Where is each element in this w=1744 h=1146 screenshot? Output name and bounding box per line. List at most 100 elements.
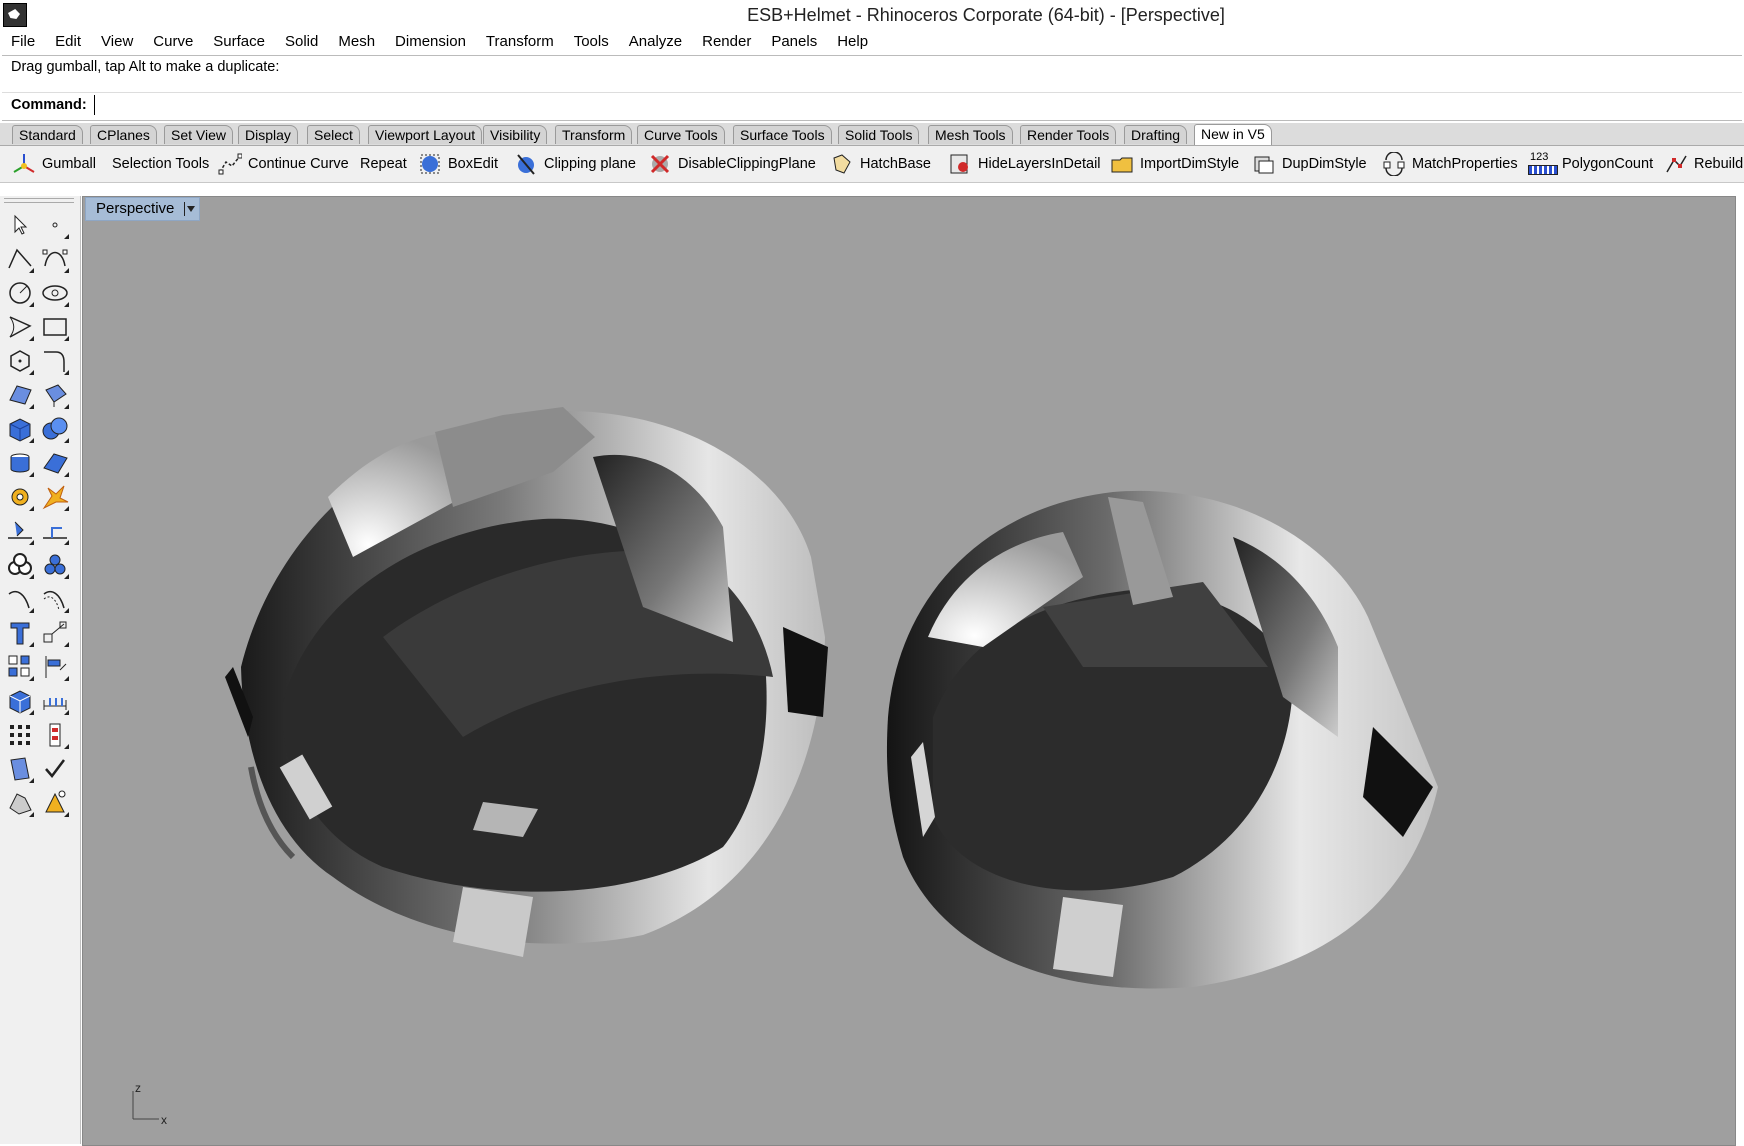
tab-solid-tools[interactable]: Solid Tools <box>838 125 920 144</box>
array-button[interactable] <box>5 652 35 682</box>
polygon-button[interactable] <box>5 346 35 376</box>
clipping-plane-button[interactable]: Clipping plane <box>514 150 636 178</box>
import-dim-style-label: ImportDimStyle <box>1140 156 1240 172</box>
explode-button[interactable] <box>40 482 70 512</box>
dimension-button[interactable] <box>40 686 70 716</box>
arc-button[interactable] <box>5 312 35 342</box>
tab-visibility[interactable]: Visibility <box>483 125 548 144</box>
continue-curve-label: Continue Curve <box>248 156 349 172</box>
import-dim-style-button[interactable]: ImportDimStyle <box>1110 150 1239 178</box>
tab-curve-tools[interactable]: Curve Tools <box>637 125 725 144</box>
tab-display[interactable]: Display <box>238 125 298 144</box>
menu-edit[interactable]: Edit <box>44 30 90 55</box>
split-button[interactable] <box>5 516 35 546</box>
tab-standard[interactable]: Standard <box>12 125 83 144</box>
toolbar-tab-strip: Standard CPlanes Set View Display Select… <box>0 123 1744 146</box>
hide-layers-in-detail-button[interactable]: HideLayersInDetail <box>948 150 1101 178</box>
tab-new-in-v5[interactable]: New in V5 <box>1194 124 1272 145</box>
cylinder-tools-button[interactable] <box>5 448 35 478</box>
match-properties-button[interactable]: MatchProperties <box>1382 150 1518 178</box>
selection-tools-button[interactable]: Selection Tools <box>112 150 209 178</box>
menu-panels[interactable]: Panels <box>760 30 826 55</box>
scale-button[interactable] <box>40 618 70 648</box>
scene-render <box>225 407 1438 989</box>
toolbar-grip[interactable] <box>4 198 74 203</box>
trim-button[interactable] <box>40 516 70 546</box>
rectangle-button[interactable] <box>40 312 70 342</box>
menu-file[interactable]: File <box>0 30 44 55</box>
tab-mesh-tools[interactable]: Mesh Tools <box>928 125 1013 144</box>
menu-analyze[interactable]: Analyze <box>618 30 691 55</box>
curve-edit-button[interactable] <box>40 244 70 274</box>
menu-curve[interactable]: Curve <box>142 30 202 55</box>
light-button[interactable] <box>40 788 70 818</box>
continue-curve-icon <box>218 153 242 175</box>
mesh-box-button[interactable] <box>5 686 35 716</box>
menu-mesh[interactable]: Mesh <box>327 30 384 55</box>
solid-edit-button[interactable] <box>5 482 35 512</box>
repeat-button[interactable]: Repeat <box>360 150 407 178</box>
boolean-union-button[interactable] <box>5 550 35 580</box>
command-history: Drag gumball, tap Alt to make a duplicat… <box>11 59 280 75</box>
rebuild-button[interactable]: Rebuild <box>1664 150 1743 178</box>
hatchbase-button[interactable]: HatchBase <box>830 150 931 178</box>
import-dim-style-icon <box>1111 157 1133 173</box>
polygon-count-icon: 123 <box>1528 151 1558 177</box>
ellipse-button[interactable] <box>40 278 70 308</box>
tab-set-view[interactable]: Set View <box>164 125 233 144</box>
polyline-button[interactable] <box>5 244 35 274</box>
continue-curve-button[interactable]: Continue Curve <box>218 150 349 178</box>
align-button[interactable] <box>40 652 70 682</box>
menu-transform[interactable]: Transform <box>475 30 563 55</box>
polygon-count-button[interactable]: 123 PolygonCount <box>1528 150 1653 178</box>
circle-button[interactable] <box>5 278 35 308</box>
gumball-button[interactable]: Gumball <box>12 150 96 178</box>
boxedit-button[interactable]: BoxEdit <box>418 150 498 178</box>
command-input[interactable] <box>94 95 1735 115</box>
render-object-button[interactable] <box>5 788 35 818</box>
fillet-curves-button[interactable] <box>40 346 70 376</box>
axes-icon <box>132 1091 159 1120</box>
tab-cplanes[interactable]: CPlanes <box>90 125 157 144</box>
extrude-surface-button[interactable] <box>40 380 70 410</box>
check-icon <box>45 759 65 778</box>
boolean-solids-button[interactable] <box>40 414 70 444</box>
disable-clipping-plane-button[interactable]: DisableClippingPlane <box>648 150 816 178</box>
window-title: ESB+Helmet - Rhinoceros Corporate (64-bi… <box>747 5 1225 25</box>
layer-list-button[interactable] <box>40 720 70 750</box>
tab-transform[interactable]: Transform <box>555 125 633 144</box>
spheres-button[interactable] <box>40 550 70 580</box>
hatchbase-icon <box>833 154 851 174</box>
planar-surface-button[interactable] <box>40 448 70 478</box>
box-button[interactable] <box>5 414 35 444</box>
menu-surface[interactable]: Surface <box>202 30 274 55</box>
offset-curve-button[interactable] <box>40 584 70 614</box>
tab-select[interactable]: Select <box>307 125 360 144</box>
dup-dim-style-icon <box>1254 156 1274 174</box>
helmet-left[interactable] <box>225 407 828 957</box>
menu-solid[interactable]: Solid <box>274 30 327 55</box>
surface-from-points-button[interactable] <box>5 380 35 410</box>
boxedit-icon <box>420 154 440 174</box>
point-button[interactable] <box>40 210 70 240</box>
menu-help[interactable]: Help <box>826 30 877 55</box>
menu-view[interactable]: View <box>90 30 142 55</box>
helmet-right[interactable] <box>886 490 1438 989</box>
menu-tools[interactable]: Tools <box>563 30 618 55</box>
clipboard-button[interactable] <box>5 754 35 784</box>
menu-render[interactable]: Render <box>691 30 760 55</box>
text-button[interactable] <box>5 618 35 648</box>
perspective-viewport[interactable]: Perspective z x <box>82 196 1736 1146</box>
hide-layers-in-detail-icon <box>950 154 968 174</box>
menu-dimension[interactable]: Dimension <box>384 30 475 55</box>
check-button[interactable] <box>40 754 70 784</box>
select-arrow-button[interactable] <box>5 210 35 240</box>
dup-dim-style-button[interactable]: DupDimStyle <box>1252 150 1367 178</box>
curve-from-object-button[interactable] <box>5 584 35 614</box>
tab-render-tools[interactable]: Render Tools <box>1020 125 1117 144</box>
new-in-v5-toolbar: Gumball Selection Tools Continue Curve R… <box>0 146 1744 183</box>
tab-viewport-layout[interactable]: Viewport Layout <box>368 125 483 144</box>
tab-drafting[interactable]: Drafting <box>1124 125 1188 144</box>
grid-array-button[interactable] <box>5 720 35 750</box>
tab-surface-tools[interactable]: Surface Tools <box>733 125 832 144</box>
